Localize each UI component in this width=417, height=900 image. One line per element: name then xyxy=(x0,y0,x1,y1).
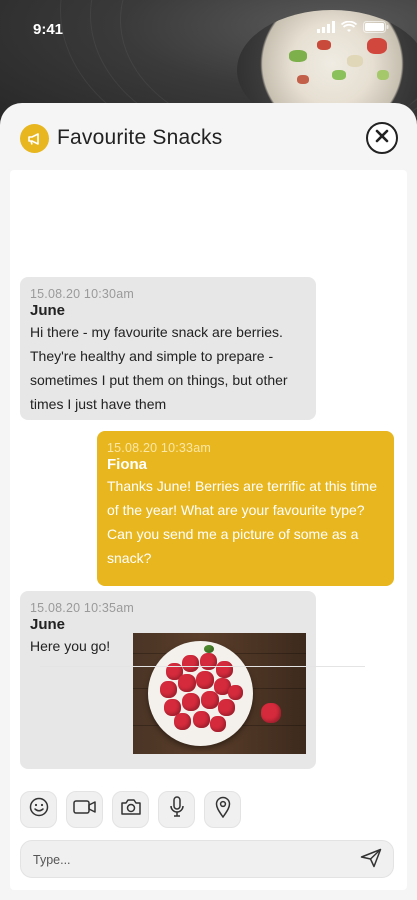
message-timestamp: 15.08.20 10:33am xyxy=(107,441,211,455)
message-bubble-outgoing: 15.08.20 10:33am Fiona Thanks June! Berr… xyxy=(97,431,394,586)
video-camera-icon xyxy=(72,799,97,820)
smiley-icon xyxy=(29,797,49,822)
message-composer xyxy=(20,840,394,878)
wifi-icon xyxy=(340,20,358,38)
camera-icon xyxy=(120,798,142,821)
message-input[interactable] xyxy=(33,849,343,871)
voice-button[interactable] xyxy=(158,791,195,828)
message-text: Thanks June! Berries are terrific at thi… xyxy=(107,478,377,566)
location-button[interactable] xyxy=(204,791,241,828)
divider xyxy=(40,666,365,667)
message-text: Hi there - my favourite snack are berrie… xyxy=(30,324,288,412)
photo-button[interactable] xyxy=(112,791,149,828)
megaphone-icon xyxy=(20,124,49,153)
battery-icon xyxy=(363,20,389,38)
page-title: Favourite Snacks xyxy=(57,126,223,149)
message-list[interactable]: 15.08.20 10:30am June Hi there - my favo… xyxy=(10,170,407,890)
emoji-button[interactable] xyxy=(20,791,57,828)
send-button[interactable] xyxy=(359,848,383,872)
chat-sheet: Favourite Snacks 15.08.20 10:30am June H… xyxy=(0,103,417,900)
message-bubble-incoming: 15.08.20 10:35am June Here you go! xyxy=(20,591,316,769)
status-bar: 9:41 xyxy=(0,0,417,56)
close-button[interactable] xyxy=(366,122,398,154)
chat-header: Favourite Snacks xyxy=(0,103,417,173)
send-icon xyxy=(360,848,382,873)
message-sender: Fiona xyxy=(107,456,147,473)
raspberries-photo[interactable] xyxy=(133,633,306,754)
message-bubble-incoming: 15.08.20 10:30am June Hi there - my favo… xyxy=(20,277,316,420)
message-timestamp: 15.08.20 10:35am xyxy=(30,601,134,615)
microphone-icon xyxy=(169,796,185,823)
video-button[interactable] xyxy=(66,791,103,828)
status-time: 9:41 xyxy=(33,21,64,38)
location-pin-icon xyxy=(215,796,231,823)
message-sender: June xyxy=(30,302,66,319)
cellular-signal-icon xyxy=(317,20,335,38)
message-sender: June xyxy=(30,616,66,633)
attachment-toolbar xyxy=(20,791,241,828)
close-icon xyxy=(375,129,389,148)
message-timestamp: 15.08.20 10:30am xyxy=(30,287,134,301)
